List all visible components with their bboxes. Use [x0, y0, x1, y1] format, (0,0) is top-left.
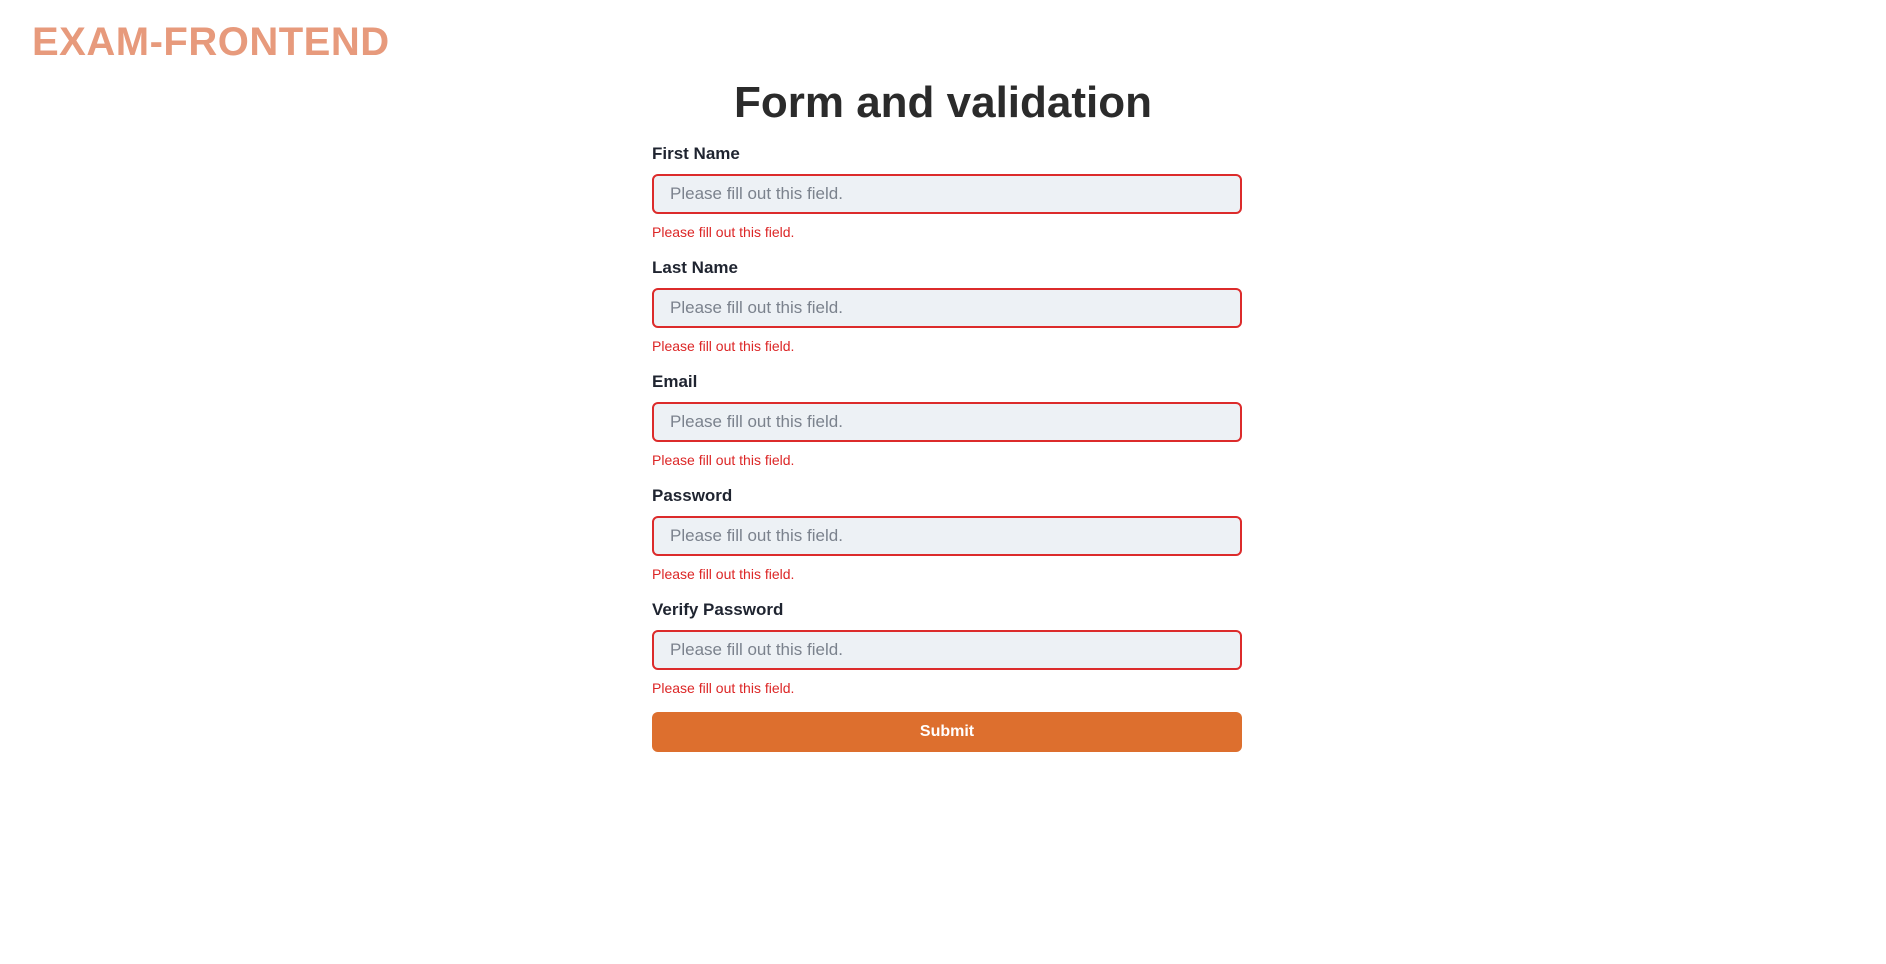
email-input[interactable] [652, 402, 1242, 442]
email-error: Please fill out this field. [652, 452, 795, 468]
email-label: Email [652, 372, 698, 391]
first-name-field: First Name Please fill out this field. [652, 142, 1242, 256]
password-input[interactable] [652, 516, 1242, 556]
first-name-input[interactable] [652, 174, 1242, 214]
verify-password-error: Please fill out this field. [652, 680, 795, 696]
email-field: Email Please fill out this field. [652, 370, 1242, 484]
last-name-input[interactable] [652, 288, 1242, 328]
last-name-label: Last Name [652, 258, 738, 277]
password-error: Please fill out this field. [652, 566, 795, 582]
app-logo[interactable]: EXAM-FRONTEND [32, 18, 390, 66]
first-name-error: Please fill out this field. [652, 224, 795, 240]
password-field: Password Please fill out this field. [652, 484, 1242, 598]
verify-password-field: Verify Password Please fill out this fie… [652, 598, 1242, 712]
page-title: Form and validation [733, 78, 1153, 127]
submit-button[interactable]: Submit [652, 712, 1242, 752]
last-name-field: Last Name Please fill out this field. [652, 256, 1242, 370]
last-name-error: Please fill out this field. [652, 338, 795, 354]
verify-password-label: Verify Password [652, 600, 784, 619]
validation-form: First Name Please fill out this field. L… [652, 142, 1242, 752]
first-name-label: First Name [652, 144, 740, 163]
password-label: Password [652, 486, 733, 505]
verify-password-input[interactable] [652, 630, 1242, 670]
